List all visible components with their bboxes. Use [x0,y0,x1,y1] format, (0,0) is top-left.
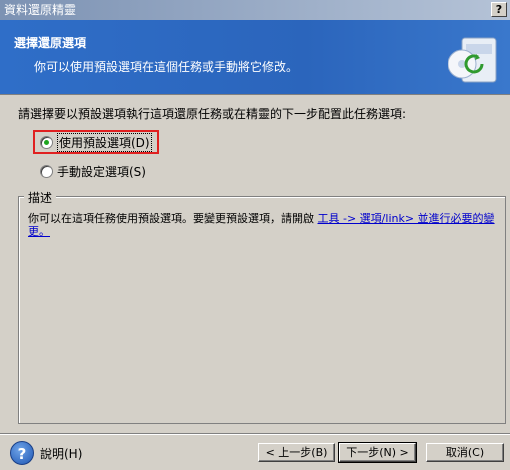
description-body: 你可以在這項任務使用預設選項。要變更預設選項，請開啟 [28,212,318,225]
title-help-button[interactable]: ? [491,2,507,17]
options-prompt: 請選擇要以預設選項執行這項還原任務或在精靈的下一步配置此任務選項: [18,107,407,121]
footer-divider [0,433,510,435]
help-icon[interactable]: ? [10,441,34,465]
window-titlebar: 資料還原精靈 ? [0,0,510,20]
description-text: 你可以在這項任務使用預設選項。要變更預設選項，請開啟 工具 -> 選項/link… [28,212,502,238]
option-manual-settings[interactable]: 手動設定選項(S) [40,162,146,180]
radio-button-selected[interactable] [40,135,53,149]
radio-button-unselected[interactable] [40,164,53,178]
back-button[interactable]: < 上一步(B) [258,443,335,462]
option-use-defaults-label[interactable]: 使用預設選項(D) [57,132,152,152]
header-subtitle: 你可以使用預設選項在這個任務或手動將它修改。 [34,60,299,74]
window-title: 資料還原精靈 [4,3,77,17]
description-legend: 描述 [24,189,57,206]
option-manual-settings-label[interactable]: 手動設定選項(S) [57,163,146,180]
restore-options-icon [448,37,497,83]
help-label[interactable]: 說明(H) [40,445,82,462]
next-button[interactable]: 下一步(N) > [338,442,417,463]
cancel-button[interactable]: 取消(C) [426,443,504,462]
header-title: 選擇還原選項 [14,36,87,50]
option-use-defaults[interactable]: 使用預設選項(D) [40,132,152,152]
wizard-header: 選擇還原選項 你可以使用預設選項在這個任務或手動將它修改。 [0,20,510,95]
